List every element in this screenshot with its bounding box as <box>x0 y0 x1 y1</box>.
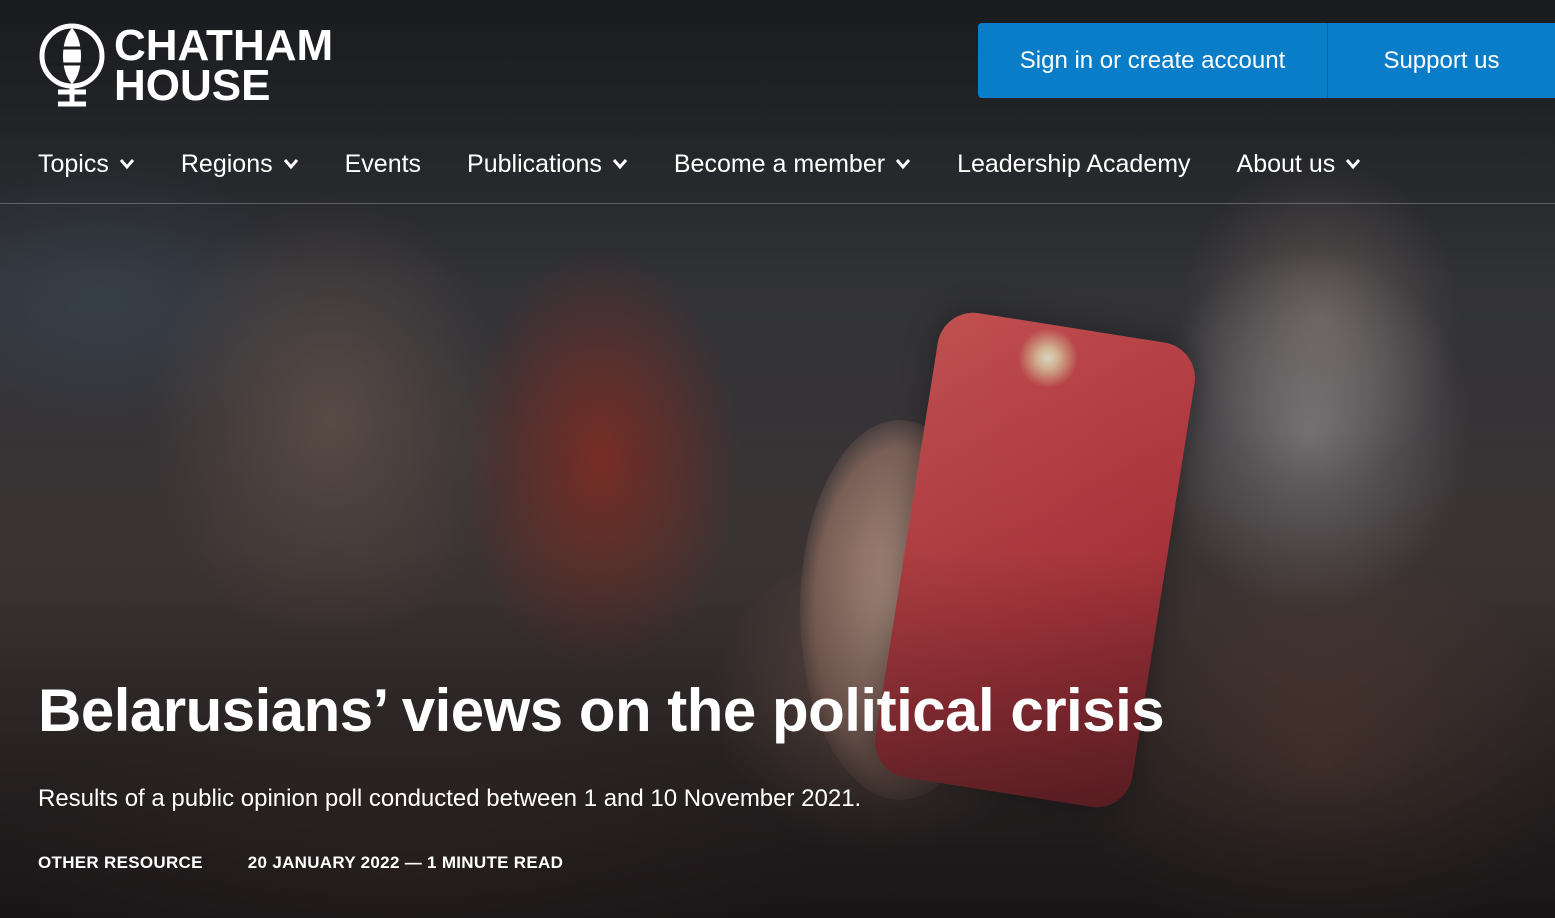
logo-line-2: HOUSE <box>114 61 271 110</box>
chevron-down-icon <box>612 159 627 170</box>
header-actions: Sign in or create account Support us <box>978 23 1555 98</box>
globe-logo-icon <box>39 23 105 107</box>
nav-divider <box>0 203 1555 204</box>
signin-button[interactable]: Sign in or create account <box>978 23 1328 98</box>
nav-item-label: Topics <box>38 149 109 178</box>
nav-item-become-member[interactable]: Become a member <box>674 142 911 186</box>
main-nav: Topics Regions Events Publications Becom… <box>38 142 1407 186</box>
chevron-down-icon <box>1346 159 1361 170</box>
nav-item-publications[interactable]: Publications <box>467 142 628 186</box>
article-type: OTHER RESOURCE <box>38 853 203 872</box>
page-title: Belarusians’ views on the political cris… <box>38 677 1165 744</box>
logo-wordmark: CHATHAM HOUSE <box>114 21 334 110</box>
hero-overlay <box>0 0 1555 918</box>
nav-item-leadership-academy[interactable]: Leadership Academy <box>957 142 1190 186</box>
hero-section: CHATHAM HOUSE Sign in or create account … <box>0 0 1555 918</box>
nav-item-topics[interactable]: Topics <box>38 142 135 186</box>
nav-item-events[interactable]: Events <box>345 142 421 186</box>
nav-item-label: About us <box>1236 149 1336 178</box>
nav-item-label: Become a member <box>673 149 886 178</box>
article-date-read: 20 JANUARY 2022 — 1 MINUTE READ <box>247 853 564 872</box>
logo-line-1: CHATHAM <box>114 21 334 70</box>
nav-item-about-us[interactable]: About us <box>1237 142 1362 186</box>
nav-item-regions[interactable]: Regions <box>181 142 299 186</box>
nav-item-label: Events <box>344 149 422 178</box>
nav-item-label: Regions <box>180 149 273 178</box>
chevron-down-icon <box>283 159 298 170</box>
page-subtitle: Results of a public opinion poll conduct… <box>38 785 862 812</box>
site-logo[interactable]: CHATHAM HOUSE <box>38 22 333 110</box>
chevron-down-icon <box>895 159 911 170</box>
nav-item-label: Publications <box>467 149 602 178</box>
article-meta: OTHER RESOURCE 20 JANUARY 2022 — 1 MINUT… <box>38 853 563 873</box>
chevron-down-icon <box>119 159 135 170</box>
support-button[interactable]: Support us <box>1328 23 1555 98</box>
nav-item-label: Leadership Academy <box>957 149 1191 178</box>
